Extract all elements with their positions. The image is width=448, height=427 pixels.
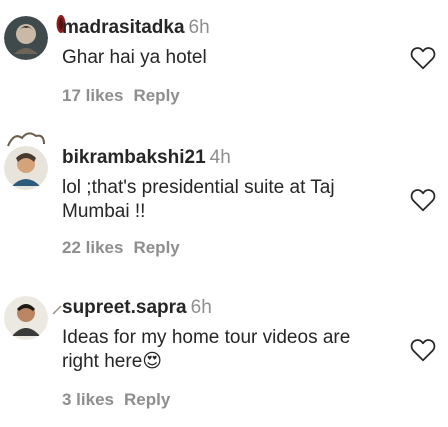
profile-photo-icon: [4, 16, 48, 60]
heart-outline-icon[interactable]: [410, 188, 436, 212]
profile-photo-icon: [4, 296, 48, 340]
comment-item: supreet.sapra 6h Ideas for my home tour v…: [0, 280, 448, 427]
username-link[interactable]: madrasitadka: [62, 17, 185, 38]
username-link[interactable]: supreet.sapra: [62, 297, 187, 318]
likes-count[interactable]: 3 likes: [62, 390, 114, 409]
comment-meta: 22 likes Reply: [62, 238, 180, 258]
avatar-decoration-icon: [4, 130, 48, 152]
heart-outline-icon[interactable]: [410, 46, 436, 70]
timestamp: 6h: [190, 297, 212, 318]
avatar[interactable]: [4, 16, 48, 60]
comment-item: madrasitadka 6h Ghar hai ya hotel 17 like…: [0, 0, 448, 120]
timestamp: 6h: [188, 17, 210, 38]
heart-outline-icon[interactable]: [410, 338, 436, 362]
timestamp: 4h: [209, 147, 231, 168]
reply-button[interactable]: Reply: [133, 238, 179, 257]
likes-count[interactable]: 17 likes: [62, 86, 123, 105]
avatar[interactable]: [4, 146, 48, 190]
comment-meta: 3 likes Reply: [62, 390, 170, 410]
comment-meta: 17 likes Reply: [62, 86, 180, 106]
likes-count[interactable]: 22 likes: [62, 238, 123, 257]
comment-text: lol ;that's presidential suite at Taj Mu…: [62, 177, 335, 222]
username-link[interactable]: bikrambakshi21: [62, 147, 206, 168]
comment-text: Ideas for my home tour videos are right …: [62, 327, 351, 372]
comment-header: madrasitadka 6h: [62, 16, 210, 40]
profile-photo-icon: [4, 146, 48, 190]
comment-header: bikrambakshi21 4h: [62, 146, 231, 170]
reply-button[interactable]: Reply: [124, 390, 170, 409]
reply-button[interactable]: Reply: [133, 86, 179, 105]
comment-text: Ghar hai ya hotel: [62, 47, 207, 68]
avatar-decoration-icon: [52, 302, 62, 319]
avatar[interactable]: [4, 296, 48, 340]
comment-header: supreet.sapra 6h: [62, 296, 212, 320]
comment-item: bikrambakshi21 4h lol ;that's presidentia…: [0, 130, 448, 280]
